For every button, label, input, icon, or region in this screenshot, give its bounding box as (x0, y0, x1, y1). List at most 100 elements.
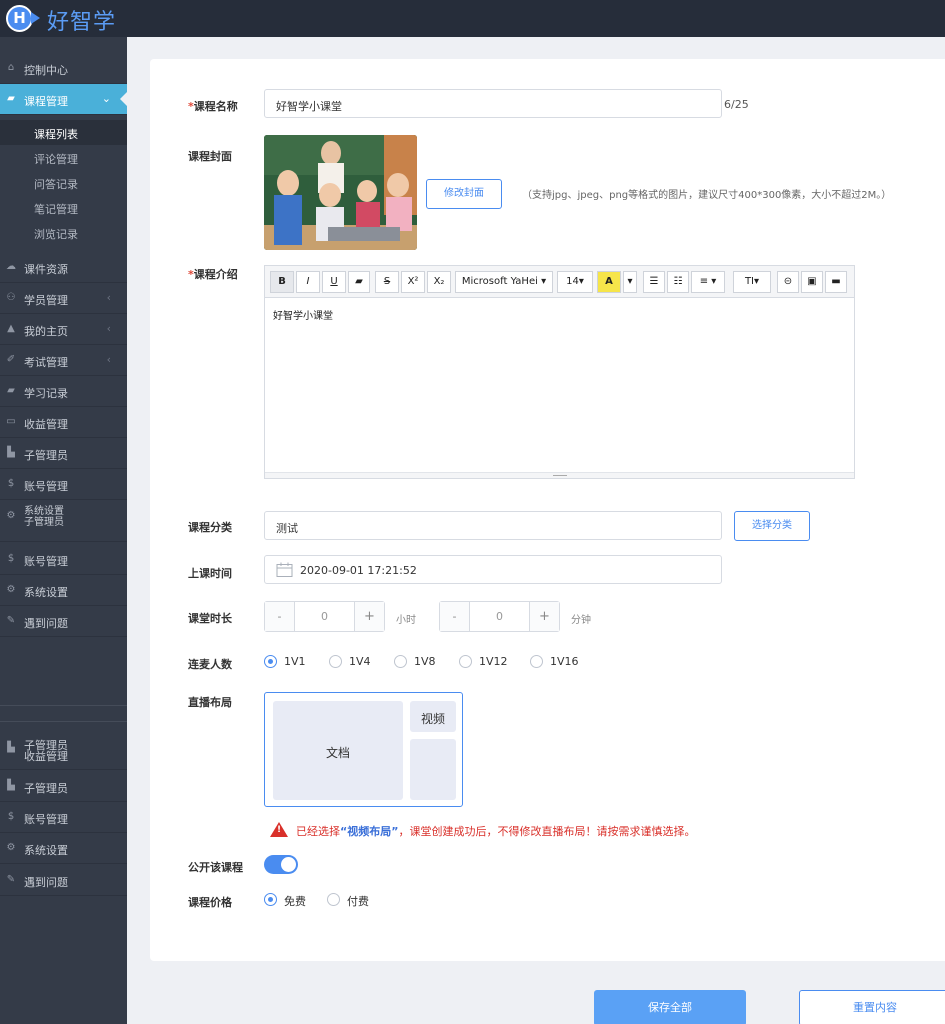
minutes-stepper[interactable]: - 0 + (439, 601, 560, 632)
subscript-button[interactable]: X₂ (427, 271, 451, 293)
italic-button[interactable]: I (296, 271, 320, 293)
ordered-list-icon[interactable]: ☷ (667, 271, 689, 293)
course-name-input[interactable]: 好智学小课堂 (264, 89, 722, 118)
layout-document-area: 文档 (273, 701, 403, 800)
superscript-button[interactable]: X² (401, 271, 425, 293)
sidebar-subitem-qa[interactable]: 问答记录 (0, 170, 127, 195)
sidebar-item-help-2[interactable]: ✎ 遇到问题 (0, 865, 127, 896)
minutes-decrement-button[interactable]: - (440, 602, 470, 631)
hours-increment-button[interactable]: + (354, 602, 384, 631)
sidebar-item-label: 子管理员 (24, 449, 68, 462)
sidebar-item-dashboard[interactable]: ⌂ 控制中心 (0, 53, 127, 84)
minutes-value[interactable]: 0 (470, 610, 529, 623)
editor-resize-handle[interactable] (265, 472, 854, 478)
underline-button[interactable]: U (322, 271, 346, 293)
start-time-value: 2020-09-01 17:21:52 (300, 564, 417, 577)
course-cover-image[interactable] (264, 135, 417, 250)
live-layout-option[interactable]: 文档 视频 (264, 692, 463, 807)
card-icon: ▭ (6, 416, 16, 427)
warning-icon (270, 822, 288, 837)
radio-label: 付费 (347, 895, 369, 908)
choose-category-button[interactable]: 选择分类 (734, 511, 810, 541)
sidebar-item-learning-records[interactable]: ▰ 学习记录 (0, 376, 127, 407)
hours-decrement-button[interactable]: - (265, 602, 295, 631)
sidebar-item-revenue[interactable]: ▭ 收益管理 (0, 407, 127, 438)
course-name-value: 好智学小课堂 (276, 100, 342, 113)
align-select[interactable]: ≡ ▾ (691, 271, 725, 293)
warning-suffix: ，课堂创建成功后，不得修改直播布局！请按需求谨慎选择。 (398, 825, 696, 838)
radio-label: 1V16 (550, 655, 579, 668)
reset-button[interactable]: 重置内容 (799, 990, 945, 1024)
category-input[interactable]: 测试 (264, 511, 722, 540)
hours-stepper[interactable]: - 0 + (264, 601, 385, 632)
sidebar-item-sub-admin-2[interactable]: ▙ 子管理员 (0, 771, 127, 802)
link-icon[interactable]: ⊝ (777, 271, 799, 293)
sidebar-item-sub-admin[interactable]: ▙ 子管理员 (0, 438, 127, 469)
video-icon[interactable]: ▬ (825, 271, 847, 293)
sidebar: ⌂ 控制中心 ▰ 课程管理 ⌄ 课程列表 评论管理 问答记录 笔记管理 浏览记录… (0, 37, 127, 1024)
sidebar-item-homepage[interactable]: ▲ 我的主页 ‹ (0, 314, 127, 345)
live-layout-label: 直播布局 (188, 696, 232, 709)
layout-document-label: 文档 (325, 746, 350, 760)
text-color-button[interactable]: A (597, 271, 621, 293)
logo-icon[interactable]: H (6, 5, 33, 32)
eraser-icon[interactable]: ▰ (348, 271, 370, 293)
dollar-icon: $ (7, 553, 15, 564)
warning-highlight: “视频布局” (340, 825, 399, 838)
bullet-list-icon[interactable]: ☰ (643, 271, 665, 293)
strikethrough-button[interactable]: S (375, 271, 399, 293)
heading-select[interactable]: TI▾ (733, 271, 771, 293)
sidebar-item-exams[interactable]: ✐ 考试管理 ‹ (0, 345, 127, 376)
sidebar-item-courseware[interactable]: ☁ 课件资源 (0, 252, 127, 283)
radio-label: 1V1 (284, 655, 306, 668)
sidebar-item-course-management[interactable]: ▰ 课程管理 ⌄ (0, 84, 127, 115)
sidebar-subitem-comments[interactable]: 评论管理 (0, 145, 127, 170)
minutes-increment-button[interactable]: + (529, 602, 559, 631)
save-all-button[interactable]: 保存全部 (594, 990, 746, 1024)
font-size-select[interactable]: 14▾ (557, 271, 593, 293)
start-time-label: 上课时间 (188, 567, 232, 580)
sidebar-divider (0, 721, 127, 722)
font-family-select[interactable]: Microsoft YaHei ▾ (455, 271, 553, 293)
sidebar-item-label-bottom: 收益管理 (24, 750, 68, 763)
editor-content[interactable]: 好智学小课堂 (273, 307, 333, 322)
sidebar-subitem-history[interactable]: 浏览记录 (0, 220, 127, 245)
warning-text: 已经选择“视频布局”，课堂创建成功后，不得修改直播布局！请按需求谨慎选择。 (296, 823, 695, 839)
sidebar-item-settings-overlap[interactable]: ⚙ 系统设置 子管理员 (0, 502, 127, 542)
sidebar-item-help[interactable]: ✎ 遇到问题 (0, 606, 127, 637)
chevron-left-icon: ‹ (106, 291, 111, 304)
sidebar-item-subadmin-overlap[interactable]: ▙ 子管理员 收益管理 (0, 734, 127, 770)
bold-button[interactable]: B (270, 271, 294, 293)
sidebar-subitem-label: 评论管理 (34, 153, 78, 166)
sidebar-item-settings[interactable]: ⚙ 系统设置 (0, 575, 127, 606)
sidebar-item-label: 控制中心 (24, 64, 68, 77)
sidebar-item-account-2[interactable]: $ 账号管理 (0, 544, 127, 575)
radio-dot (394, 655, 407, 668)
radio-label: 1V8 (414, 655, 436, 668)
sidebar-subitem-label: 浏览记录 (34, 228, 78, 241)
cloud-icon: ☁ (6, 261, 16, 272)
top-bar: H 好智学 (0, 0, 945, 37)
sidebar-item-account[interactable]: $ 账号管理 (0, 469, 127, 500)
sidebar-item-label: 子管理员 (24, 782, 68, 795)
start-time-input[interactable]: 2020-09-01 17:21:52 (264, 555, 722, 584)
mic-count-label: 连麦人数 (188, 658, 232, 671)
sidebar-item-label: 课程管理 (24, 95, 68, 108)
radio-dot (327, 893, 340, 906)
app-title[interactable]: 好智学 (47, 4, 116, 36)
active-notch (120, 92, 127, 106)
chevron-left-icon: ‹ (106, 322, 111, 335)
sidebar-item-label: 账号管理 (24, 480, 68, 493)
sidebar-item-settings-2[interactable]: ⚙ 系统设置 (0, 833, 127, 864)
sidebar-item-label: 考试管理 (24, 356, 68, 369)
public-toggle[interactable] (264, 855, 298, 874)
sidebar-item-students[interactable]: ⚇ 学员管理 ‹ (0, 283, 127, 314)
sidebar-item-account-3[interactable]: $ 账号管理 (0, 802, 127, 833)
text-color-dropdown[interactable]: ▾ (623, 271, 637, 293)
image-icon[interactable]: ▣ (801, 271, 823, 293)
sidebar-subitem-notes[interactable]: 笔记管理 (0, 195, 127, 220)
editor-toolbar: B I U ▰ S X² X₂ Microsoft YaHei ▾ 14▾ A … (265, 266, 854, 298)
hours-value[interactable]: 0 (295, 610, 354, 623)
change-cover-button[interactable]: 修改封面 (426, 179, 502, 209)
sidebar-subitem-course-list[interactable]: 课程列表 (0, 120, 127, 145)
